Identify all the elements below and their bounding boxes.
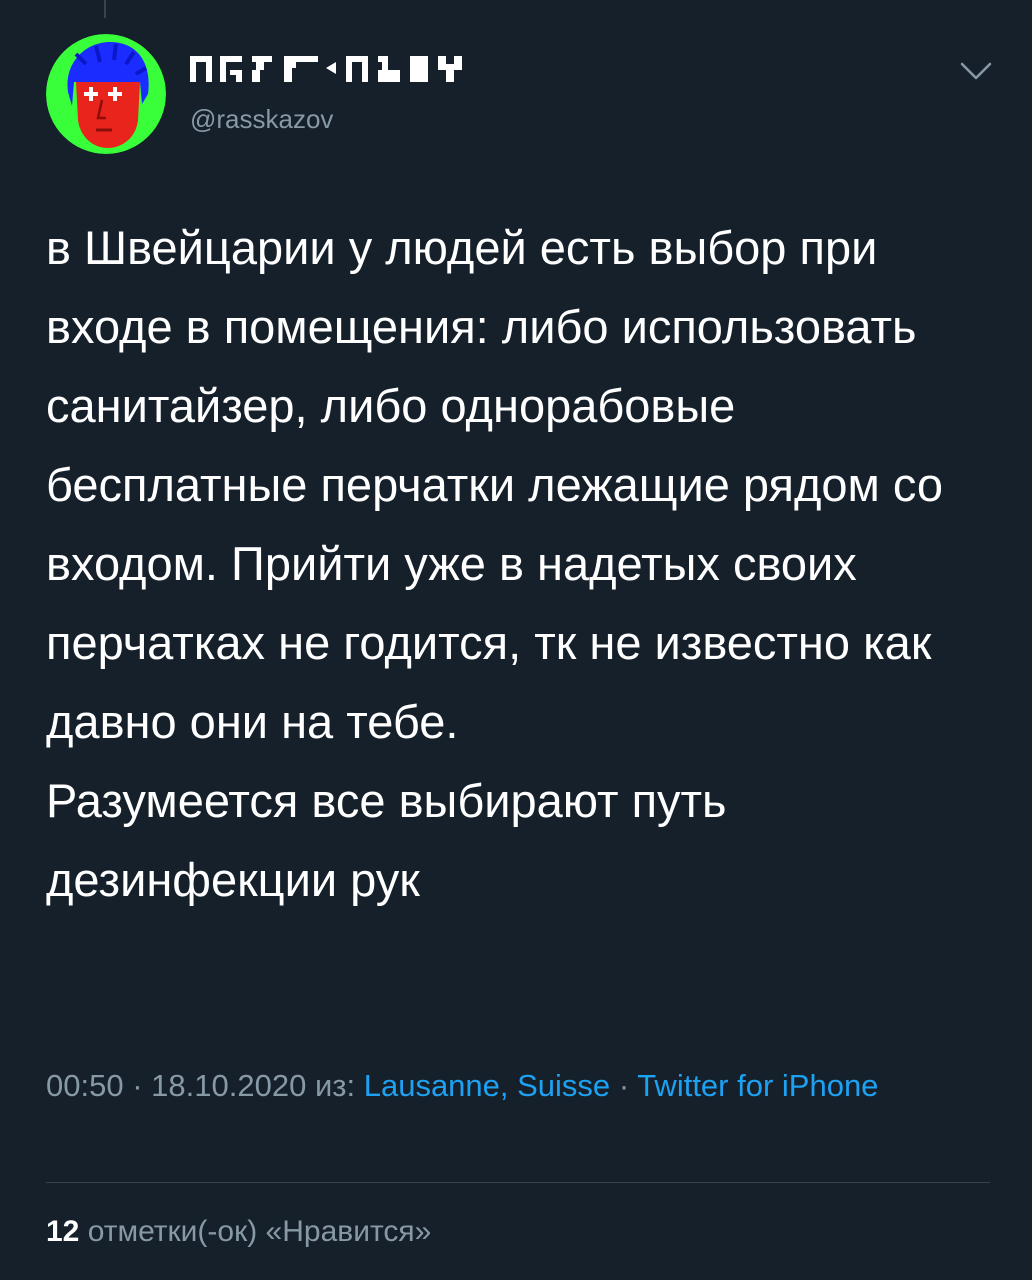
source-link[interactable]: Twitter for iPhone [637, 1068, 878, 1103]
likes-label: отметки(-ок) «Нравится» [87, 1215, 432, 1248]
tweet-text: в Швейцарии у людей есть выбор при входе… [46, 221, 944, 906]
tweet-date[interactable]: 18.10.2020 [151, 1068, 306, 1103]
meta-separator: · [618, 1068, 630, 1103]
tweet-meta: 00:50 · 18.10.2020 из: Lausanne, Suisse … [46, 1062, 986, 1109]
divider [46, 1182, 990, 1183]
chevron-down-icon[interactable] [956, 54, 996, 86]
redacted-name-glyphs [190, 56, 462, 82]
author-display-name[interactable] [190, 52, 610, 96]
from-label: из: [314, 1068, 356, 1103]
likes-count: 12 [46, 1215, 80, 1248]
meta-separator: · [132, 1068, 143, 1103]
author-handle[interactable]: @rasskazov [190, 102, 333, 136]
tweet-time[interactable]: 00:50 [46, 1068, 124, 1103]
avatar-image [46, 34, 166, 154]
avatar[interactable] [46, 34, 166, 154]
likes-summary[interactable]: 12 отметки(-ок) «Нравится» [46, 1212, 431, 1252]
location-link[interactable]: Lausanne, Suisse [364, 1068, 610, 1103]
thread-connector-line [104, 0, 106, 18]
